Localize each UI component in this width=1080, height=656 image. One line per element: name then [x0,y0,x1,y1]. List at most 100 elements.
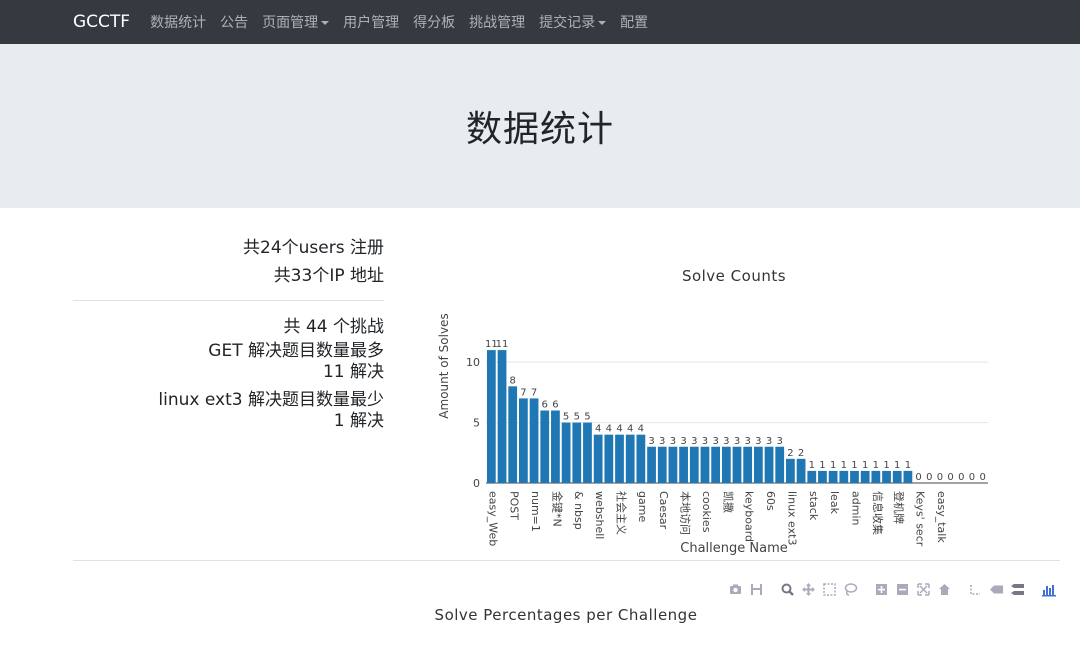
x-tick-label: POST [508,491,521,520]
x-tick-label: game [636,491,649,522]
x-tick-label: leak [828,491,841,515]
bar[interactable] [764,446,774,483]
zoom-out-icon[interactable] [895,582,910,597]
y-axis-label: Amount of Solves [437,313,451,418]
bar[interactable] [657,446,667,483]
bar-value-label: 4 [638,424,644,435]
x-tick-label: & nbsp [572,491,585,530]
nav-menu: 数据统计 公告 页面管理 用户管理 得分板 挑战管理 提交记录 配置 [150,12,662,32]
bar[interactable] [775,446,785,483]
bar[interactable] [647,446,656,483]
x-tick-label: 信息收集 [871,491,885,535]
bar[interactable] [604,434,614,483]
bar[interactable] [850,470,859,483]
bar[interactable] [903,470,913,483]
zoom-in-icon[interactable] [874,582,889,597]
bar[interactable] [871,470,881,483]
bar[interactable] [860,470,870,483]
bar-value-label: 8 [510,375,516,386]
camera-icon[interactable] [728,582,743,597]
bar[interactable] [818,470,827,483]
x-tick-label: 本地访问 [679,491,693,535]
bar[interactable] [519,398,528,483]
section-divider [73,560,1060,561]
nav-statistics[interactable]: 数据统计 [150,12,206,32]
solve-counts-svg: Solve Counts 0510 111187 76 65 5 54 4 4 4 43 3 3 3 3… [437,267,988,556]
bar-value-label: 6 [552,400,558,411]
bar-value-label: 0 [926,472,932,483]
nav-scoreboard[interactable]: 得分板 [413,12,455,32]
bar[interactable] [615,434,624,483]
nav-users-label: 用户管理 [343,15,400,31]
least-solved-title: linux ext3 解决题目数量最少 [158,390,384,410]
zoom-icon[interactable] [780,582,795,597]
x-tick-label: admin [849,491,862,525]
brand-logo[interactable]: GCCTF [73,12,130,32]
plotly-logo-icon[interactable] [1041,582,1056,597]
bar[interactable] [679,446,688,483]
bar-value-label: 1 [894,460,900,471]
bar[interactable] [508,386,518,483]
bar[interactable] [636,434,646,483]
x-axis-label: Challenge Name [680,541,787,556]
nav-config-label: 配置 [620,15,649,31]
bar-value-label: 1 [905,460,911,471]
bar[interactable] [583,422,592,483]
bar[interactable] [540,410,550,484]
bar-value-label: 4 [616,424,622,435]
bar-value-label: 3 [755,436,761,447]
nav-pages-dropdown[interactable]: 页面管理 [262,12,330,32]
bar[interactable] [732,446,742,483]
bar-value-label: 3 [723,436,729,447]
bar-value-label: 3 [648,436,654,447]
x-tick-label: keyboard [743,491,756,542]
bar[interactable] [839,470,849,483]
users-count: 共24个users 注册 [243,238,384,258]
bar[interactable] [561,422,571,483]
bar[interactable] [572,422,582,483]
nav-submissions-dropdown[interactable]: 提交记录 [539,12,607,32]
bar[interactable] [828,470,838,483]
bar[interactable] [593,434,603,483]
bar[interactable] [700,446,710,483]
nav-config[interactable]: 配置 [620,12,648,32]
bar[interactable] [689,446,699,483]
bar[interactable] [529,398,539,483]
bar[interactable] [721,446,731,483]
x-tick-label: stack [807,491,820,521]
bar[interactable] [807,470,817,483]
nav-announcements[interactable]: 公告 [220,12,248,32]
bar[interactable] [796,458,806,483]
hover-closest-icon[interactable] [989,582,1004,597]
bar[interactable] [786,458,795,483]
autoscale-icon[interactable] [916,582,931,597]
hover-compare-icon[interactable] [1010,582,1025,597]
bar[interactable] [551,410,560,484]
pan-icon[interactable] [801,582,816,597]
reset-axes-icon[interactable] [937,582,952,597]
bar[interactable] [486,350,496,483]
bar[interactable] [497,350,507,483]
save-icon[interactable] [749,582,764,597]
bar[interactable] [625,434,635,483]
bar[interactable] [743,446,753,483]
bar-value-label: 5 [574,412,580,423]
nav-users[interactable]: 用户管理 [343,12,399,32]
bar-value-label: 0 [979,472,985,483]
bar[interactable] [892,470,902,483]
bar-value-label: 1 [862,460,868,471]
bar[interactable] [882,470,891,483]
bar-value-label: 1 [851,460,857,471]
bar-value-label: 4 [606,424,612,435]
lasso-icon[interactable] [843,582,858,597]
box-select-icon[interactable] [822,582,837,597]
bar[interactable] [753,446,763,483]
stats-divider [73,300,384,301]
bar[interactable] [711,446,721,483]
bar-value-label: 7 [531,387,537,398]
spike-lines-icon[interactable] [968,582,983,597]
bar[interactable] [668,446,678,483]
nav-challenges[interactable]: 挑战管理 [469,12,525,32]
chevron-down-icon [598,21,607,25]
x-tick-label: easy_Web [486,491,499,546]
